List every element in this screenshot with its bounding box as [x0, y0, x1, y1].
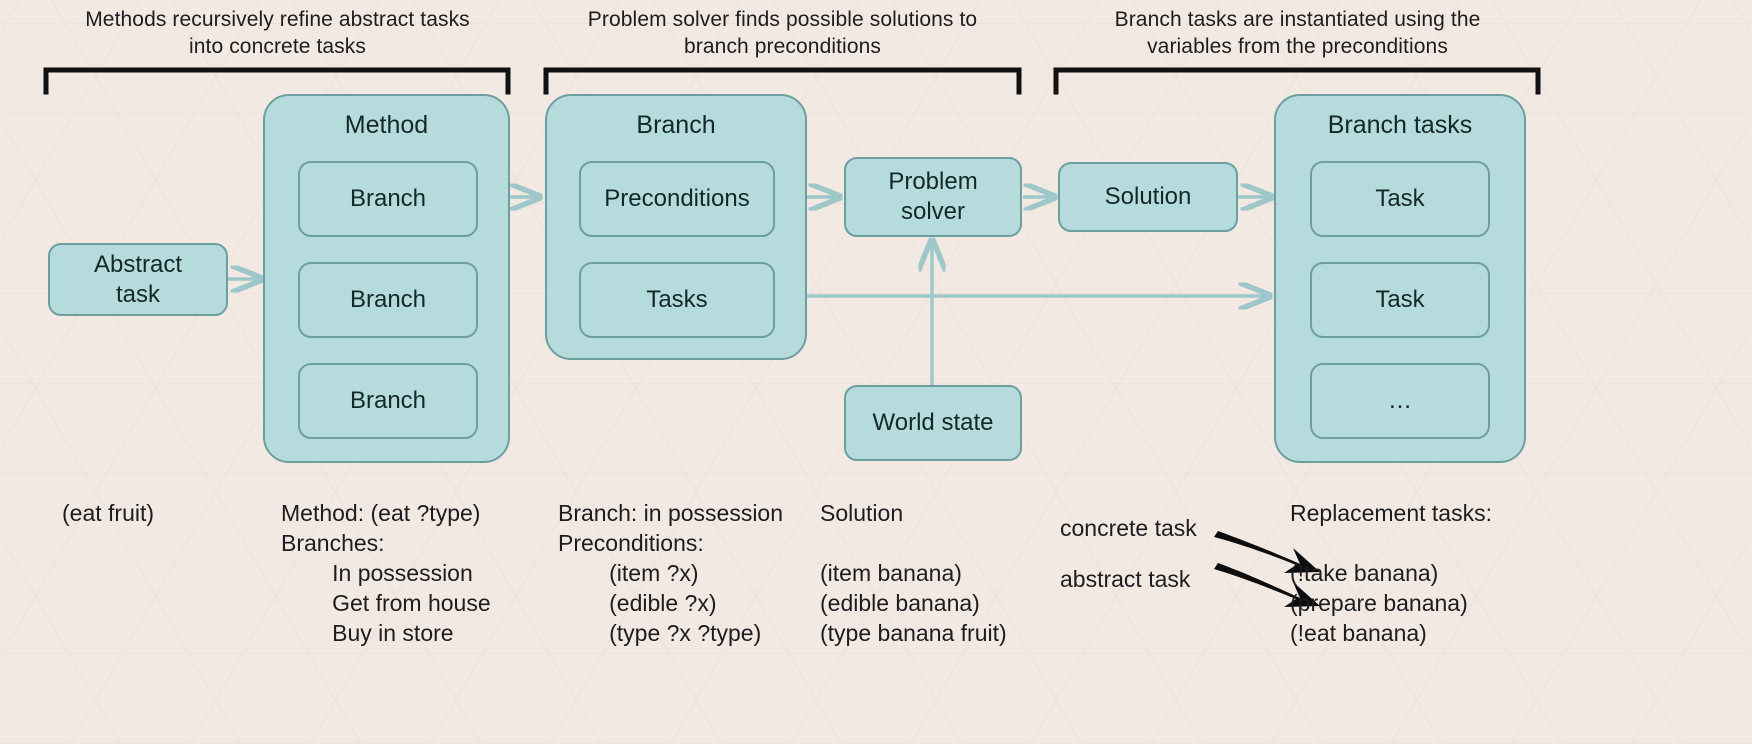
bracket-solver	[543, 67, 1022, 95]
node-branch-preconditions[interactable]: Preconditions	[579, 161, 775, 237]
bracket-methods	[43, 67, 511, 95]
node-branch-title: Branch	[636, 111, 716, 139]
node-branch-tasks[interactable]: Tasks	[579, 262, 775, 338]
caption-methods: Methods recursively refine abstract task…	[85, 8, 470, 58]
node-branch-task-2[interactable]: Task	[1310, 262, 1490, 338]
node-method-branch-1[interactable]: Branch	[298, 161, 478, 237]
node-branch-tasks-title: Branch tasks	[1327, 111, 1473, 139]
node-method-title: Method	[344, 111, 429, 139]
node-world-state[interactable]: World state	[844, 385, 1022, 461]
node-method-branch-2[interactable]: Branch	[298, 262, 478, 338]
node-method-container[interactable]: Method Branch Branch Branch	[263, 94, 510, 463]
annotation-abstract-task-example: (eat fruit)	[62, 500, 155, 526]
node-branch-container[interactable]: Branch Preconditions Tasks	[545, 94, 807, 360]
annotation-solution-block: (item banana) (edible banana) (type bana…	[820, 560, 1007, 646]
node-solution[interactable]: Solution	[1058, 162, 1238, 232]
annotation-abstract-task-label: abstract task	[1060, 566, 1191, 592]
node-problem-solver[interactable]: Problem solver	[844, 157, 1022, 237]
node-branch-tasks-container[interactable]: Branch tasks Task Task …	[1274, 94, 1526, 463]
annotation-branch-block: Branch: in possession Preconditions: (it…	[558, 500, 784, 646]
annotation-solution-title: Solution	[820, 500, 904, 526]
bracket-instantiate	[1053, 67, 1541, 95]
node-method-branch-3[interactable]: Branch	[298, 363, 478, 439]
annotation-replacement-block: (!take banana) (prepare banana) (!eat ba…	[1290, 560, 1468, 646]
node-abstract-task[interactable]: Abstract task	[48, 243, 228, 316]
annotation-method-block: Method: (eat ?type) Branches: In possess…	[281, 500, 491, 646]
node-branch-task-3[interactable]: …	[1310, 363, 1490, 439]
caption-instantiate: Branch tasks are instantiated using the …	[1114, 8, 1481, 58]
node-branch-task-1[interactable]: Task	[1310, 161, 1490, 237]
annotation-replacement-title: Replacement tasks:	[1290, 500, 1492, 526]
annotation-concrete-task-label: concrete task	[1060, 515, 1197, 541]
caption-solver: Problem solver finds possible solutions …	[587, 8, 978, 58]
